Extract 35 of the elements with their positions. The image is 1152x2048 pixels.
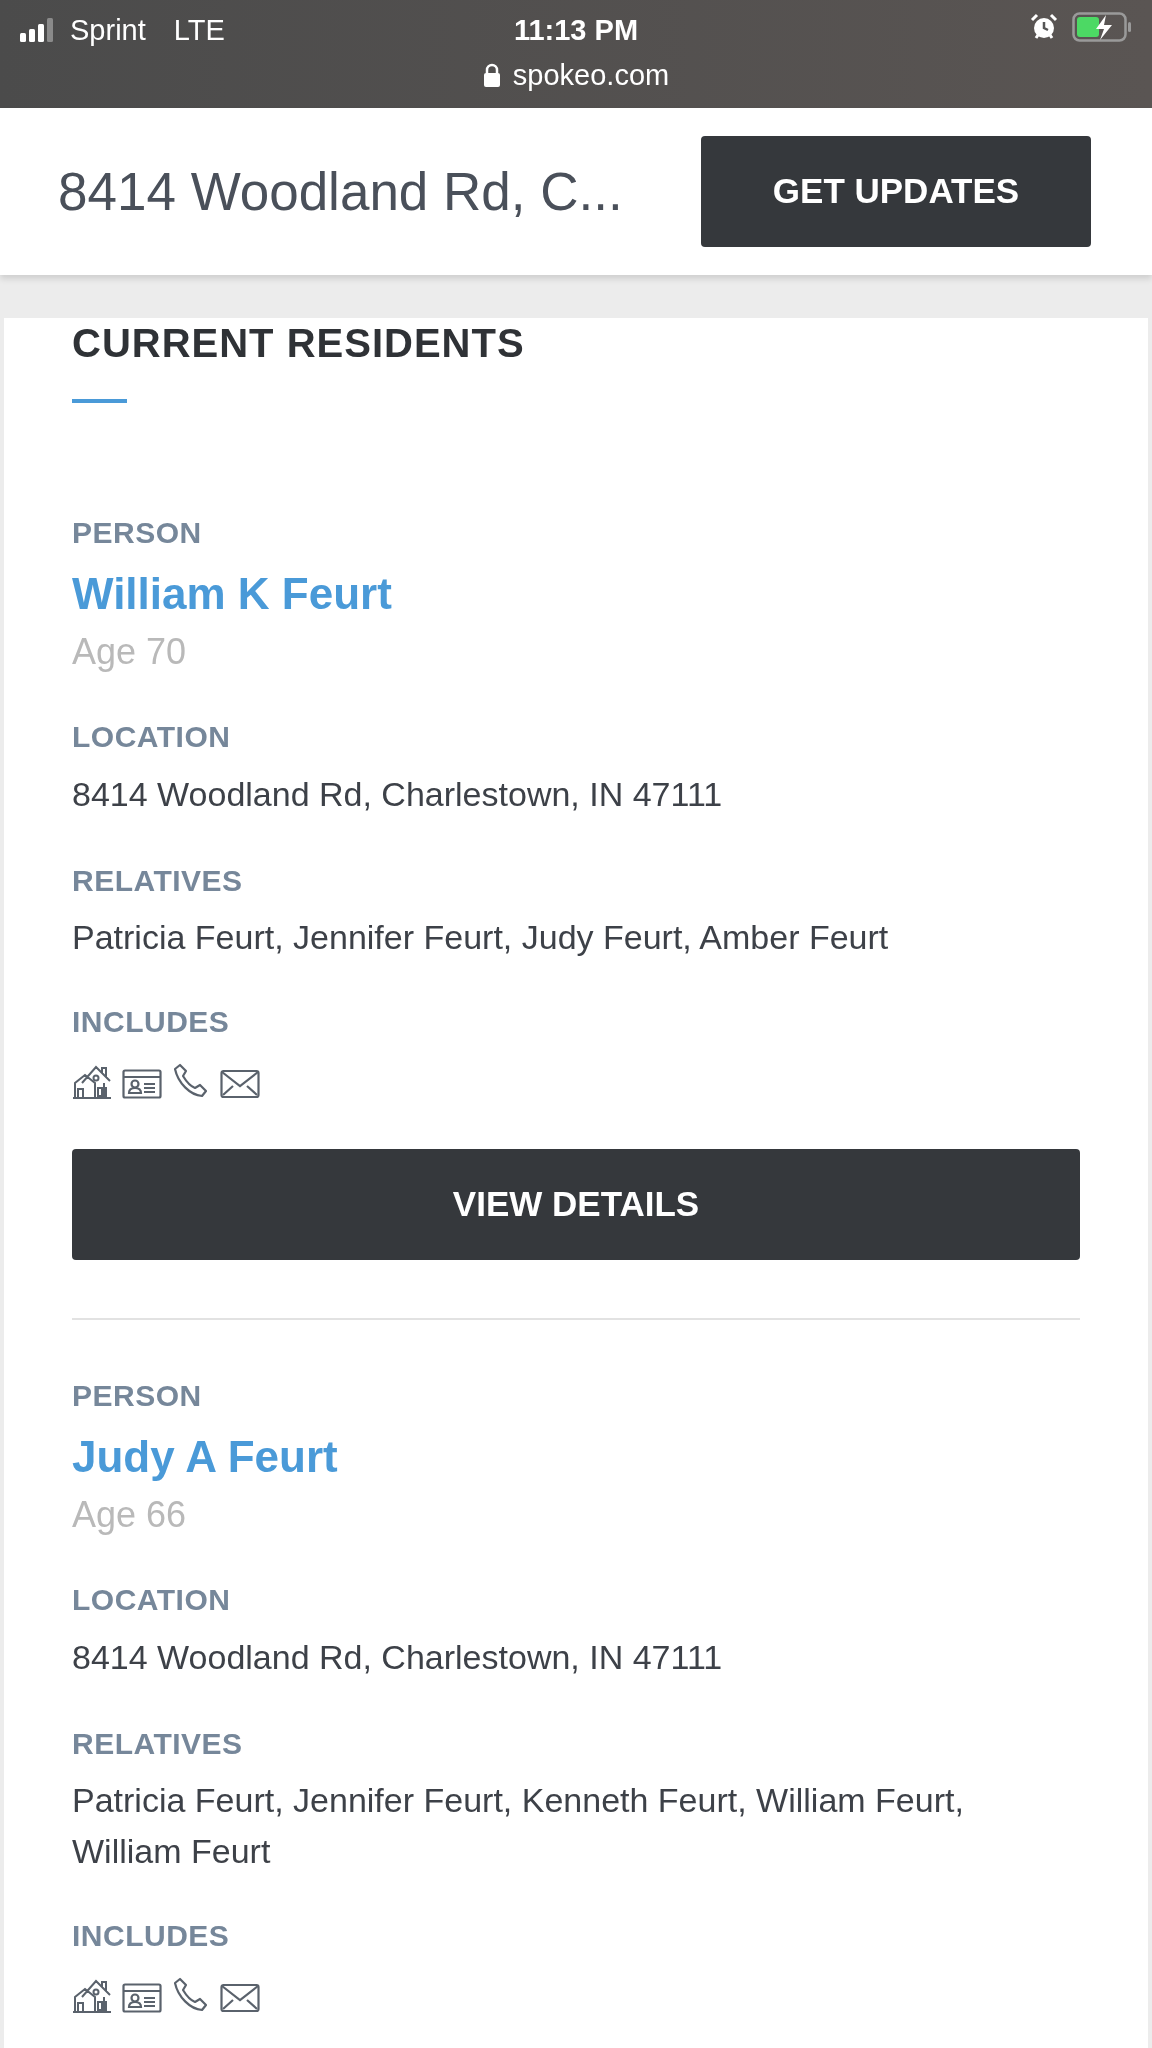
carrier-name: Sprint	[70, 13, 146, 48]
age-text: Age 66	[72, 1493, 188, 1537]
lock-icon	[482, 63, 501, 87]
field-label: RELATIVES	[72, 863, 244, 899]
phone-icon	[172, 1977, 210, 2013]
alarm-clock-icon	[1030, 13, 1058, 41]
relatives-text: Patricia Feurt, Jennifer Feurt, Kenneth Feurt, William Feurt, William Feurt	[72, 1780, 965, 1872]
phone-icon	[172, 1063, 210, 1099]
clock-time: 11:13 PM	[512, 13, 640, 48]
envelope-icon	[220, 1983, 260, 2013]
id-card-icon	[122, 1983, 162, 2013]
url-text: spokeo.com	[512, 58, 670, 93]
field-label: RELATIVES	[72, 1726, 244, 1762]
field-label: LOCATION	[72, 719, 232, 755]
battery-charging-icon	[1072, 12, 1132, 42]
network-type: LTE	[173, 13, 225, 48]
envelope-icon	[220, 1069, 260, 1099]
house-icon	[72, 1977, 112, 2013]
id-card-icon	[122, 1069, 162, 1099]
get-updates-button[interactable]: GET UPDATES	[701, 136, 1091, 247]
field-label: INCLUDES	[72, 1918, 231, 1954]
relatives-text: Patricia Feurt, Jennifer Feurt, Judy Feurt, Amber Feurt	[72, 917, 890, 958]
heading-underline	[72, 399, 127, 403]
page-title: 8414 Woodland Rd, C...	[58, 160, 623, 223]
location-text: 8414 Woodland Rd, Charlestown, IN 47111	[72, 1637, 724, 1678]
section-heading: CURRENT RESIDENTS	[72, 320, 526, 367]
field-label: INCLUDES	[72, 1004, 231, 1040]
age-text: Age 70	[72, 630, 188, 674]
signal-icon	[20, 18, 56, 42]
field-label: PERSON	[72, 1378, 203, 1414]
view-details-button[interactable]: VIEW DETAILS	[72, 1149, 1080, 1260]
field-label: LOCATION	[72, 1582, 232, 1618]
field-label: PERSON	[72, 515, 203, 551]
location-text: 8414 Woodland Rd, Charlestown, IN 47111	[72, 774, 724, 815]
house-icon	[72, 1063, 112, 1099]
